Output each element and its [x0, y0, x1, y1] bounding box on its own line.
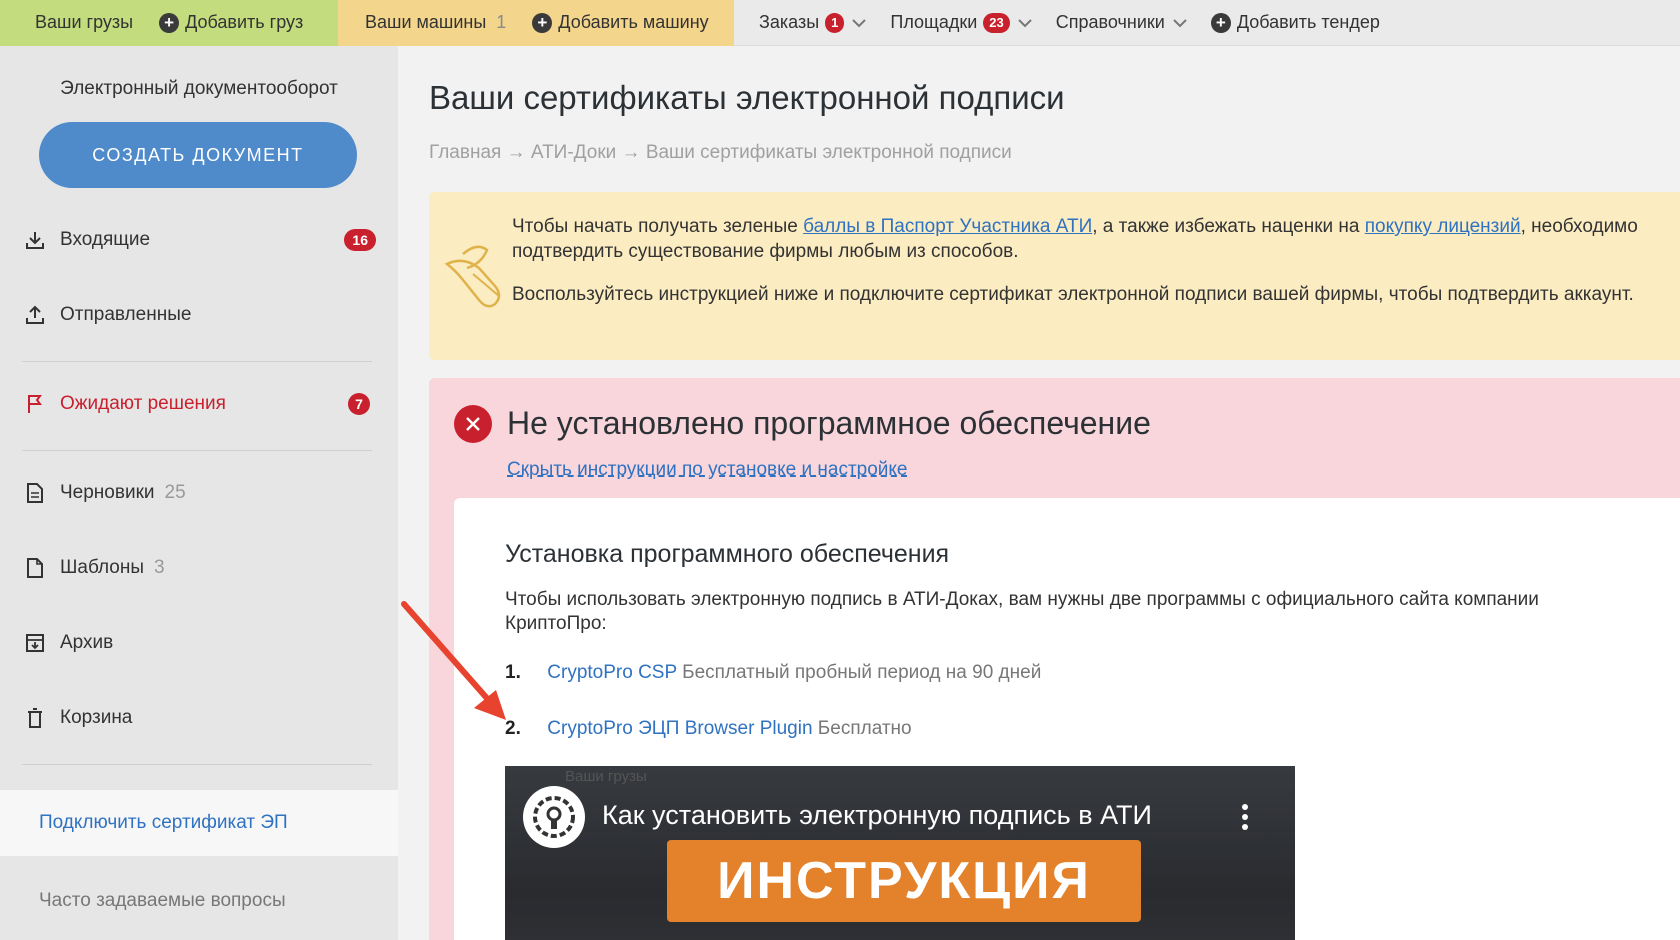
- sites-badge: 23: [983, 12, 1010, 33]
- main-nav-section: Заказы 1 Площадки 23 Справочники + Добав…: [734, 0, 1427, 46]
- file-icon: [22, 555, 48, 581]
- trucks-count: 1: [496, 12, 507, 32]
- video-title[interactable]: Как установить электронную подпись в АТИ: [602, 800, 1152, 831]
- sites-label: Площадки: [890, 12, 978, 32]
- plus-circle-icon: +: [532, 12, 553, 33]
- video-banner[interactable]: ИНСТРУКЦИЯ: [667, 840, 1141, 922]
- cryptopro-plugin-link[interactable]: CryptoPro ЭЦП Browser Plugin: [547, 718, 812, 739]
- top-navigation: Ваши грузы + Добавить груз Ваши машины 1…: [0, 0, 1680, 46]
- sidebar-divider: [22, 764, 372, 765]
- trash-icon: [22, 705, 48, 731]
- breadcrumb-separator: →: [621, 142, 641, 163]
- sidebar-item-templates[interactable]: Шаблоны 3: [22, 548, 376, 588]
- sidebar-title: Электронный документооборот: [60, 78, 338, 99]
- add-cargo-label: Добавить груз: [185, 12, 304, 32]
- plus-circle-icon: +: [1210, 12, 1231, 33]
- create-document-button[interactable]: СОЗДАТЬ ДОКУМЕНТ: [39, 122, 357, 188]
- sidebar-item-archive[interactable]: Архив: [22, 623, 376, 663]
- inbox-badge: 16: [344, 229, 376, 251]
- archive-icon: [22, 630, 48, 656]
- sites-dropdown[interactable]: Площадки 23: [890, 12, 1033, 33]
- add-tender-button[interactable]: + Добавить тендер: [1210, 12, 1380, 33]
- sidebar-divider: [22, 361, 372, 362]
- drafts-count: 25: [164, 482, 186, 503]
- main-content: Ваши сертификаты электронной подписи Гла…: [398, 46, 1680, 940]
- cargo-nav-section: Ваши грузы + Добавить груз: [0, 0, 338, 46]
- notice-text-part: , а также избежать наценки на: [1092, 216, 1365, 237]
- sidebar: Электронный документооборот СОЗДАТЬ ДОКУ…: [0, 46, 398, 940]
- breadcrumb-separator: →: [506, 142, 526, 163]
- sidebar-item-drafts[interactable]: Черновики 25: [22, 473, 376, 513]
- your-trucks-link[interactable]: Ваши машины 1: [365, 12, 506, 33]
- notice-banner: Чтобы начать получать зеленые баллы в Па…: [429, 192, 1680, 360]
- error-circle-icon: [454, 405, 492, 443]
- breadcrumb-ati-docs[interactable]: АТИ-Доки: [531, 142, 616, 163]
- more-options-icon[interactable]: [1235, 804, 1255, 834]
- notice-text: Чтобы начать получать зеленые баллы в Па…: [512, 214, 1680, 307]
- sidebar-item-trash[interactable]: Корзина: [22, 698, 376, 738]
- sidebar-item-sent[interactable]: Отправленные: [22, 295, 376, 335]
- notice-paragraph: Чтобы начать получать зеленые баллы в Па…: [512, 214, 1680, 264]
- pending-badge: 7: [348, 393, 370, 415]
- install-list-item: 2. CryptoPro ЭЦП Browser Plugin Бесплатн…: [505, 718, 912, 740]
- document-icon: [22, 480, 48, 506]
- software-error-panel: Не установлено программное обеспечение С…: [429, 378, 1680, 940]
- templates-count: 3: [154, 557, 165, 578]
- install-description: Чтобы использовать электронную подпись в…: [505, 589, 1539, 634]
- sidebar-item-label: Отправленные: [60, 304, 192, 325]
- error-title: Не установлено программное обеспечение: [507, 405, 1151, 441]
- download-icon: [22, 227, 48, 253]
- orders-label: Заказы: [759, 12, 820, 32]
- chevron-down-icon: [1173, 18, 1187, 27]
- channel-logo-icon[interactable]: [523, 786, 585, 848]
- add-truck-button[interactable]: + Добавить машину: [532, 12, 709, 33]
- breadcrumb-current: Ваши сертификаты электронной подписи: [645, 142, 1012, 163]
- item-note: Бесплатный пробный период на 90 дней: [682, 662, 1042, 683]
- orders-badge: 1: [825, 12, 845, 33]
- upload-icon: [22, 302, 48, 328]
- video-thumbnail-text: Ваши грузы: [565, 768, 647, 785]
- directories-dropdown[interactable]: Справочники: [1056, 12, 1189, 33]
- sidebar-item-label: Корзина: [60, 707, 133, 728]
- passport-points-link[interactable]: баллы в Паспорт Участника АТИ: [803, 216, 1092, 237]
- cryptopro-csp-link[interactable]: CryptoPro CSP: [547, 662, 677, 683]
- page-title: Ваши сертификаты электронной подписи: [429, 79, 1065, 116]
- your-trucks-label: Ваши машины: [365, 12, 487, 32]
- item-note: Бесплатно: [817, 718, 912, 739]
- directories-label: Справочники: [1055, 12, 1165, 32]
- sidebar-item-label: Архив: [60, 632, 114, 653]
- add-cargo-button[interactable]: + Добавить груз: [159, 12, 303, 33]
- breadcrumb-home[interactable]: Главная: [429, 142, 501, 163]
- quill-scroll-icon: [444, 245, 501, 308]
- flag-icon: [22, 391, 48, 417]
- sidebar-item-inbox[interactable]: Входящие 16: [22, 220, 376, 260]
- sidebar-item-pending[interactable]: Ожидают решения 7: [22, 384, 376, 424]
- chevron-down-icon: [852, 18, 867, 27]
- list-number: 2.: [505, 718, 521, 739]
- faq-link[interactable]: Часто задаваемые вопросы: [39, 890, 286, 912]
- sidebar-divider: [22, 450, 372, 451]
- trucks-nav-section: Ваши машины 1 + Добавить машину: [338, 0, 734, 46]
- notice-paragraph: Воспользуйтесь инструкцией ниже и подклю…: [512, 284, 1634, 305]
- buy-licenses-link[interactable]: покупку лицензий: [1365, 216, 1521, 237]
- add-tender-label: Добавить тендер: [1236, 12, 1380, 32]
- chevron-down-icon: [1018, 18, 1032, 27]
- sidebar-item-label: Входящие: [60, 229, 151, 250]
- notice-text-part: Чтобы начать получать зеленые: [512, 216, 804, 237]
- install-instructions-card: Установка программного обеспечения Чтобы…: [454, 498, 1680, 940]
- add-truck-label: Добавить машину: [558, 12, 709, 32]
- toggle-instructions-link[interactable]: Скрыть инструкции по установке и настрой…: [507, 459, 908, 481]
- video-player[interactable]: Ваши грузы Как установить электронную по…: [505, 766, 1295, 940]
- plus-circle-icon: +: [159, 12, 180, 33]
- sidebar-item-label: Черновики: [60, 482, 155, 503]
- install-title: Установка программного обеспечения: [505, 540, 950, 568]
- list-number: 1.: [505, 662, 521, 683]
- sidebar-item-label: Шаблоны: [60, 557, 145, 578]
- breadcrumb: Главная → АТИ-Доки → Ваши сертификаты эл…: [429, 142, 1012, 164]
- install-list-item: 1. CryptoPro CSP Бесплатный пробный пери…: [505, 662, 1041, 684]
- orders-dropdown[interactable]: Заказы 1: [759, 12, 868, 33]
- sidebar-item-label: Ожидают решения: [60, 393, 226, 414]
- your-cargo-link[interactable]: Ваши грузы: [35, 12, 133, 33]
- connect-certificate-link[interactable]: Подключить сертификат ЭП: [0, 790, 398, 856]
